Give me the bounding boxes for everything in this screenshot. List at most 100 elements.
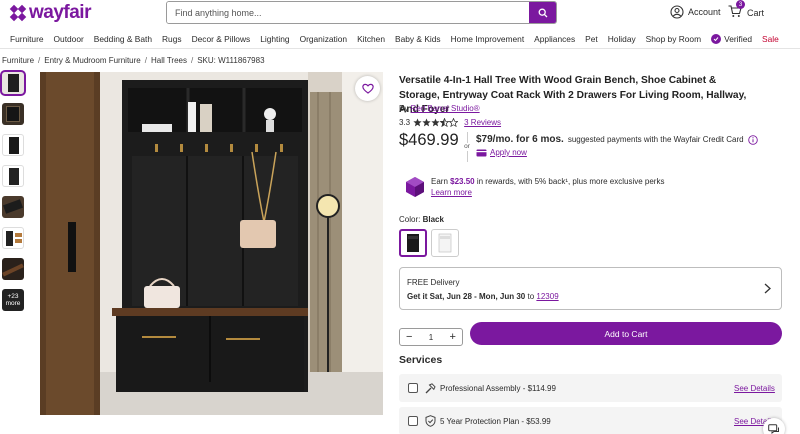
- thumbnail-3[interactable]: [2, 134, 24, 156]
- favorite-button[interactable]: [355, 76, 380, 101]
- thumbnail-7[interactable]: [2, 258, 24, 280]
- star-rating: [413, 118, 459, 127]
- reviews-link[interactable]: 3 Reviews: [464, 118, 501, 127]
- product-price: $469.99: [399, 131, 459, 149]
- cart-label: Cart: [747, 7, 765, 18]
- account-label: Account: [688, 7, 721, 17]
- account-button[interactable]: Account: [670, 5, 721, 19]
- financing-offer: $79/mo. for 6 mos. suggested payments wi…: [476, 134, 758, 145]
- decrease-quantity-button[interactable]: −: [406, 332, 412, 343]
- nav-item-bedding-bath[interactable]: Bedding & Bath: [94, 34, 152, 44]
- star-icon: [413, 118, 422, 127]
- search-icon: [538, 8, 547, 17]
- brand-line: By Red Barrel Studio®: [399, 104, 480, 113]
- star-icon: [431, 118, 440, 127]
- more-label: more: [5, 300, 21, 307]
- hall-tree-illustration: [40, 72, 383, 415]
- delivery-estimate: Get it Sat, Jun 28 - Mon, Jun 30 to 1230…: [407, 292, 559, 301]
- brand-link[interactable]: Red Barrel Studio®: [411, 104, 480, 113]
- thumbnail-more[interactable]: +23 more: [2, 289, 24, 311]
- rating-value: 3.3: [399, 118, 411, 127]
- main-product-image[interactable]: [40, 72, 383, 415]
- zip-code-link[interactable]: 12309: [536, 292, 558, 301]
- learn-more-link[interactable]: Learn more: [431, 188, 472, 197]
- service-label-protection: 5 Year Protection Plan - $53.99: [440, 416, 551, 426]
- thumbnail-6[interactable]: [2, 227, 24, 249]
- nav-item-appliances[interactable]: Appliances: [534, 34, 575, 44]
- nav-item-pet[interactable]: Pet: [585, 34, 598, 44]
- assembly-checkbox[interactable]: [408, 383, 418, 393]
- nav-item-kitchen[interactable]: Kitchen: [357, 34, 385, 44]
- color-swatch-black[interactable]: [399, 229, 427, 257]
- heart-icon: [361, 83, 374, 94]
- thumbnail-1[interactable]: [0, 70, 26, 96]
- service-row-protection: 5 Year Protection Plan - $53.99 See Deta…: [399, 407, 782, 434]
- rewards-amount: $23.50: [450, 177, 475, 186]
- apply-now-row: Apply now: [476, 148, 527, 157]
- nav-item-shop-by-room[interactable]: Shop by Room: [646, 34, 701, 44]
- delivery-dates: Get it Sat, Jun 28 - Mon, Jun 30: [407, 292, 526, 301]
- star-icon: [422, 118, 431, 127]
- add-to-cart-button[interactable]: Add to Cart: [470, 322, 782, 345]
- rewards-banner: Earn $23.50 in rewards, with 5% back¹, p…: [405, 176, 664, 198]
- chevron-right-icon: [764, 283, 771, 294]
- nav-item-organization[interactable]: Organization: [300, 34, 348, 44]
- quantity-value[interactable]: 1: [429, 333, 433, 342]
- breadcrumb-item-entry-mudroom[interactable]: Entry & Mudroom Furniture: [44, 56, 140, 65]
- increase-quantity-button[interactable]: +: [450, 332, 456, 343]
- breadcrumb-item-furniture[interactable]: Furniture: [2, 56, 34, 65]
- credit-card-icon: [476, 149, 487, 156]
- verified-badge-icon: [711, 33, 722, 44]
- thumbnail-strip: +23 more: [0, 70, 26, 320]
- chat-icon: [768, 423, 779, 434]
- nav-item-outdoor[interactable]: Outdoor: [54, 34, 84, 44]
- monthly-suffix: suggested payments with the Wayfair Cred…: [567, 135, 744, 144]
- thumbnail-4[interactable]: [2, 165, 24, 187]
- nav-item-holiday[interactable]: Holiday: [608, 34, 636, 44]
- see-details-assembly-link[interactable]: See Details: [734, 384, 775, 393]
- category-nav: Furniture Outdoor Bedding & Bath Rugs De…: [0, 29, 800, 49]
- info-icon[interactable]: [747, 134, 758, 145]
- color-swatch-white[interactable]: [431, 229, 459, 257]
- quantity-stepper: − 1 +: [399, 328, 463, 346]
- cart-count-badge: 3: [736, 0, 745, 9]
- nav-item-furniture[interactable]: Furniture: [10, 34, 44, 44]
- service-label-assembly: Professional Assembly - $114.99: [440, 383, 556, 393]
- nav-item-sale[interactable]: Sale: [762, 34, 779, 44]
- protection-checkbox[interactable]: [408, 416, 418, 426]
- wayfair-logo[interactable]: wayfair: [9, 2, 91, 24]
- color-label: Color: Black: [399, 215, 444, 224]
- more-count: +23: [7, 293, 19, 300]
- by-prefix: By: [399, 104, 409, 113]
- nav-item-rugs[interactable]: Rugs: [162, 34, 182, 44]
- thumbnail-5[interactable]: [2, 196, 24, 218]
- apply-now-link[interactable]: Apply now: [490, 148, 527, 157]
- chat-button[interactable]: [763, 418, 785, 434]
- site-header: wayfair Account 3 Cart: [0, 0, 800, 28]
- breadcrumb-item-hall-trees[interactable]: Hall Trees: [151, 56, 187, 65]
- breadcrumb: Furniture / Entry & Mudroom Furniture / Hall…: [2, 56, 265, 65]
- or-label: or: [464, 143, 470, 150]
- star-empty-icon: [449, 118, 459, 127]
- monthly-payment: $79/mo. for 6 mos.: [476, 134, 564, 145]
- thumbnail-2[interactable]: [2, 103, 24, 125]
- shield-check-icon: [424, 415, 436, 427]
- rating-row: 3.3 3 Reviews: [399, 118, 501, 127]
- nav-item-decor-pillows[interactable]: Decor & Pillows: [192, 34, 251, 44]
- nav-item-baby-kids[interactable]: Baby & Kids: [395, 34, 441, 44]
- hammer-icon: [424, 382, 436, 394]
- cart-button[interactable]: 3 Cart: [728, 0, 765, 20]
- or-divider: or: [462, 132, 472, 162]
- search-button[interactable]: [529, 2, 556, 23]
- free-delivery-label: FREE Delivery: [407, 278, 460, 287]
- nav-item-verified[interactable]: Verified: [711, 33, 752, 44]
- rewards-prefix: Earn: [431, 177, 448, 186]
- selected-color: Black: [422, 215, 444, 224]
- nav-item-home-improvement[interactable]: Home Improvement: [451, 34, 525, 44]
- delivery-box[interactable]: FREE Delivery Get it Sat, Jun 28 - Mon, …: [399, 267, 782, 310]
- search-input[interactable]: [167, 2, 529, 23]
- star-half-icon: [440, 118, 450, 127]
- nav-item-lighting[interactable]: Lighting: [260, 34, 289, 44]
- service-row-assembly: Professional Assembly - $114.99 See Deta…: [399, 374, 782, 402]
- wayfair-logo-icon: [9, 4, 27, 22]
